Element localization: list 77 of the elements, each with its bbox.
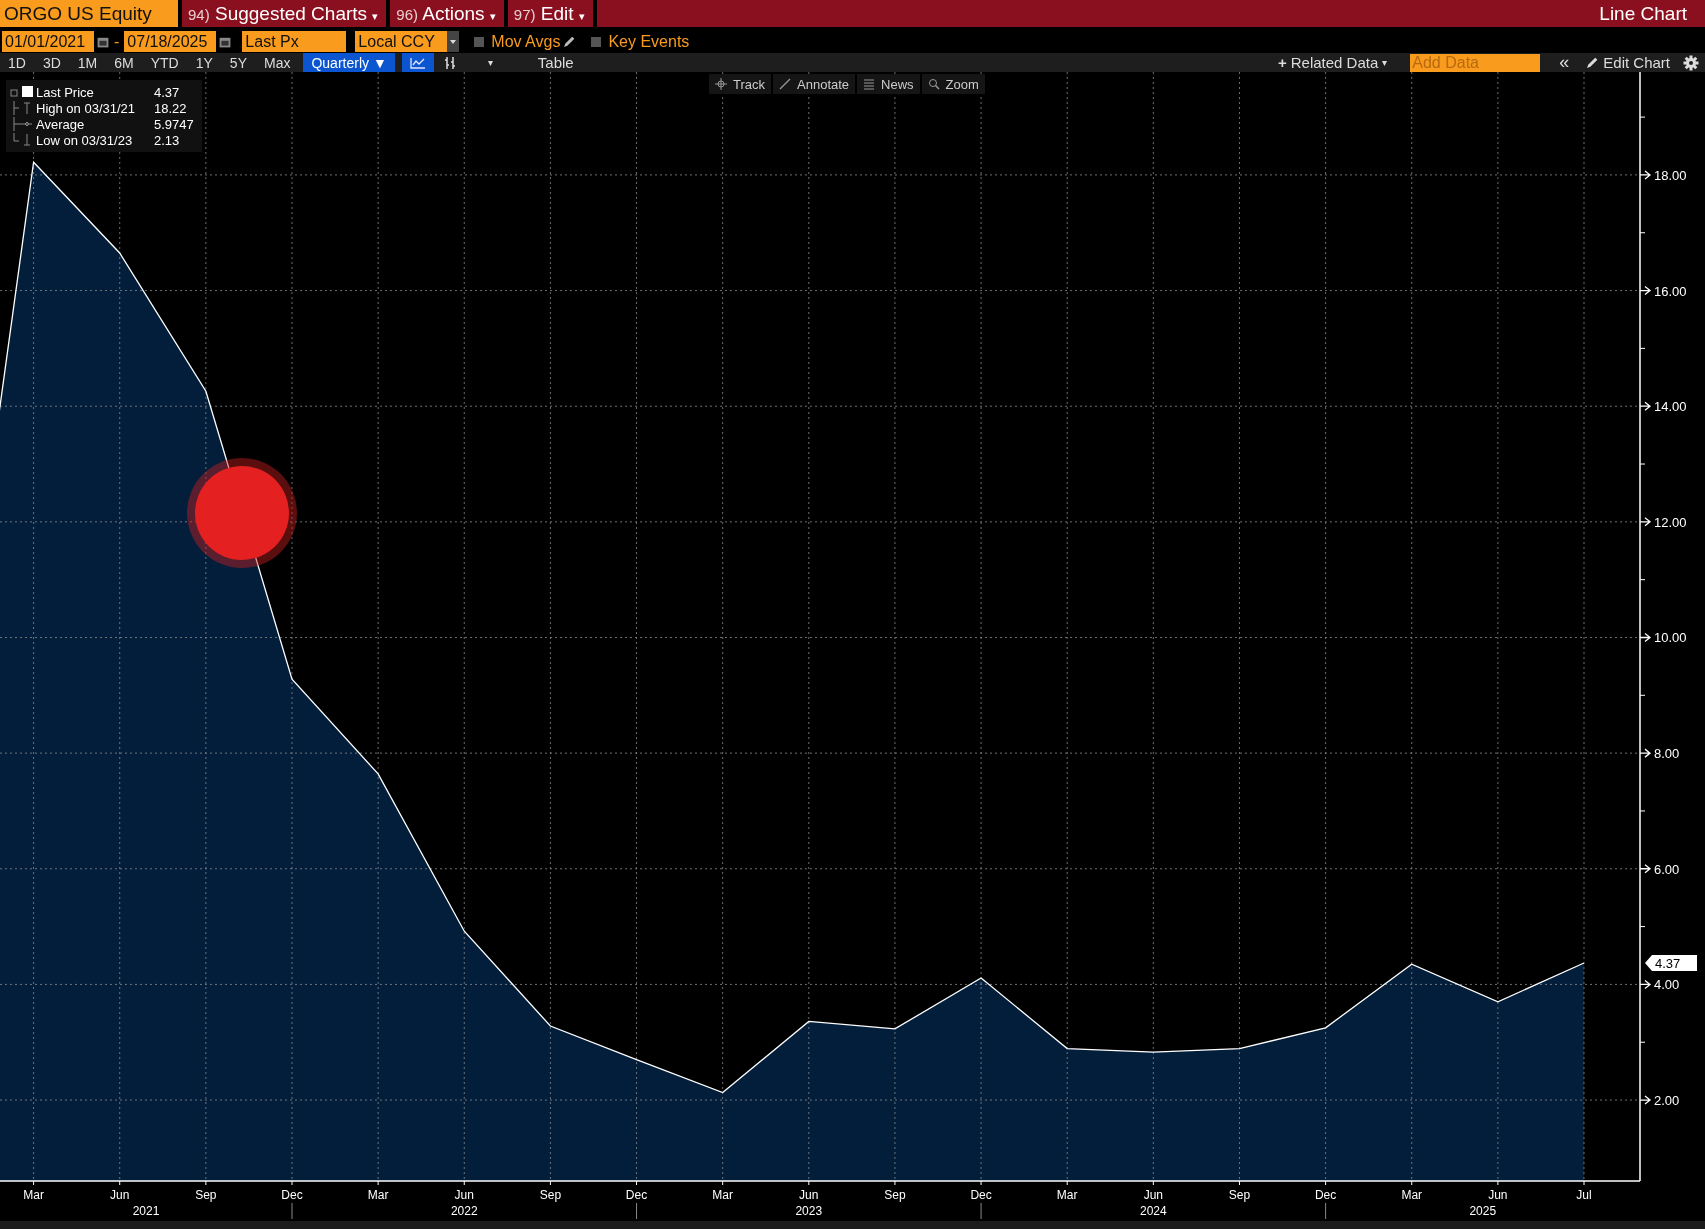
x-axis-label: Jun <box>799 1188 819 1202</box>
last-price-tag: 4.37 <box>1645 955 1697 971</box>
checkbox[interactable] <box>591 36 602 47</box>
legend-label: High on 03/31/21 <box>35 100 137 116</box>
legend-label: Average <box>35 116 86 132</box>
y-axis-label: 16.00 <box>1654 283 1687 299</box>
calendar-icon[interactable] <box>219 35 232 48</box>
menu-button[interactable]: 97) Edit ▾ <box>507 0 593 27</box>
legend-value: 4.37 <box>154 84 180 100</box>
x-axis-label: Jul <box>1576 1188 1592 1202</box>
x-axis-label: Dec <box>625 1188 648 1202</box>
menu-button[interactable]: 94) Suggested Charts ▾ <box>182 0 387 27</box>
end-date-field[interactable]: 07/18/2025 <box>124 31 217 52</box>
x-axis-label: Jun <box>454 1188 474 1202</box>
x-axis-label: Sep <box>539 1188 562 1202</box>
y-axis-label: 6.00 <box>1654 861 1680 877</box>
x-axis-label: Jun <box>1143 1188 1163 1202</box>
menu-button[interactable]: 96) Actions ▾ <box>390 0 504 27</box>
checkbox-label[interactable]: Mov Avgs <box>487 32 561 51</box>
calendar-icon[interactable] <box>97 35 109 48</box>
legend-value: 18.22 <box>154 100 187 116</box>
line-chart-icon <box>409 56 426 69</box>
y-axis-label: 14.00 <box>1654 399 1687 415</box>
legend-swatch-icon <box>10 85 34 99</box>
y-axis-label: 10.00 <box>1654 630 1687 646</box>
y-axis-label: 8.00 <box>1654 746 1680 762</box>
legend-value: 5.9747 <box>154 116 194 132</box>
pencil-icon[interactable] <box>563 35 577 48</box>
x-axis-label: Dec <box>1314 1188 1337 1202</box>
crosshair-icon <box>715 78 727 90</box>
field-selector[interactable]: Last Px <box>242 31 347 52</box>
checkbox-label[interactable]: Key Events <box>604 32 690 51</box>
x-axis-label: Dec <box>970 1188 992 1202</box>
chart-tool-button[interactable]: Annotate <box>773 74 856 94</box>
year-label: 2021 <box>132 1204 160 1218</box>
pencil-icon <box>1586 56 1600 69</box>
legend-marker-icon <box>10 117 34 131</box>
x-axis-label: Mar <box>367 1188 389 1202</box>
start-date-field[interactable]: 01/01/2021 <box>2 31 94 52</box>
x-axis-label: Sep <box>195 1188 217 1202</box>
chart-tool-button[interactable]: Zoom <box>921 74 985 94</box>
legend-label: Last Price <box>35 84 95 100</box>
dropdown-caret-icon[interactable] <box>447 31 460 52</box>
x-axis-label: Mar <box>712 1188 733 1202</box>
year-label: 2023 <box>795 1204 823 1218</box>
x-axis-label: Dec <box>281 1188 303 1202</box>
line-chart-button[interactable] <box>401 53 434 72</box>
bar-chart-icon <box>442 55 457 70</box>
x-axis-label: Jun <box>110 1188 130 1202</box>
y-axis-label: 18.00 <box>1654 167 1687 183</box>
x-axis-label: Mar <box>1056 1188 1078 1202</box>
settings-icon[interactable] <box>1683 54 1699 71</box>
window-title: Line Chart <box>1599 2 1687 25</box>
chart-tool-button[interactable]: Track <box>709 74 772 94</box>
checkbox[interactable] <box>474 36 485 47</box>
security-field[interactable]: ORGO US Equity <box>0 0 178 27</box>
x-axis-label: Mar <box>23 1188 44 1202</box>
list-icon <box>863 78 876 90</box>
x-axis-label: Sep <box>1228 1188 1251 1202</box>
y-axis-label: 12.00 <box>1654 514 1687 530</box>
pencil-line-icon <box>779 78 792 90</box>
x-axis-label: Jun <box>1488 1188 1508 1202</box>
currency-dropdown[interactable]: Local CCY <box>355 31 448 52</box>
search-icon <box>927 78 940 90</box>
legend-label: Low on 03/31/23 <box>35 132 134 148</box>
x-axis-label: Mar <box>1401 1188 1423 1202</box>
year-label: 2025 <box>1469 1204 1497 1218</box>
add-data-field[interactable]: Add Data <box>1410 53 1541 72</box>
y-axis-label: 2.00 <box>1654 1093 1680 1109</box>
chart-tool-button[interactable]: News <box>857 74 920 94</box>
legend-value: 2.13 <box>154 132 180 148</box>
year-label: 2022 <box>450 1204 478 1218</box>
y-axis-label: 4.00 <box>1654 977 1680 993</box>
x-axis-label: Sep <box>884 1188 906 1202</box>
year-label: 2024 <box>1140 1204 1167 1218</box>
frequency-dropdown[interactable]: Quarterly ▼ <box>303 53 395 72</box>
date-separator: - <box>113 32 121 51</box>
